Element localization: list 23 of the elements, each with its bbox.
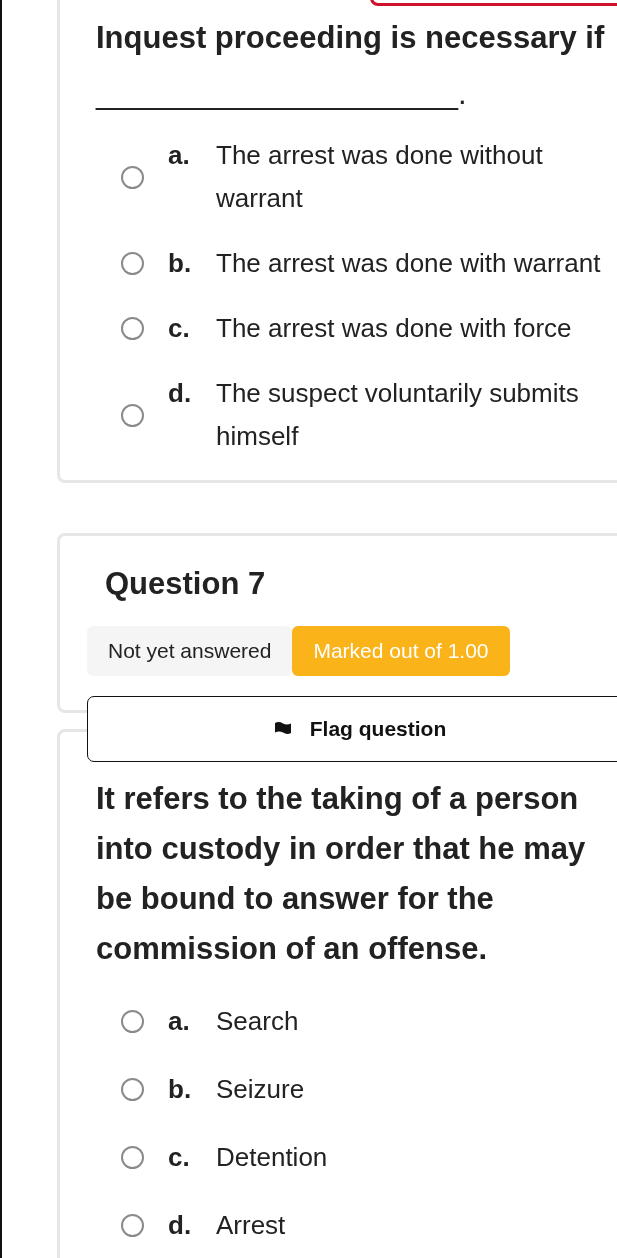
option-text: Detention	[216, 1141, 329, 1174]
option-text: The arrest was done with warrant	[216, 247, 602, 280]
option-text: The arrest was done without warrant	[216, 139, 544, 215]
option-text: Arrest	[216, 1209, 287, 1242]
option-text: The arrest was done with force	[216, 312, 573, 345]
marks-badge: Marked out of 1.00	[292, 626, 510, 676]
option-letter: b.	[168, 247, 193, 280]
option-text: Seizure	[216, 1073, 306, 1106]
option-letter: a.	[168, 1005, 191, 1038]
question-text: It refers to the taking of a person into custody in order that he may be bound to answer for the commission of an offense.	[96, 780, 587, 968]
option-letter: c.	[168, 1141, 191, 1174]
option-letter: c.	[168, 312, 191, 345]
option-letter: a.	[168, 139, 191, 172]
option-letter: b.	[168, 1073, 193, 1106]
status-badge: Not yet answered	[87, 626, 293, 676]
option-text: The suspect voluntarily submits himself	[216, 377, 580, 453]
option-letter: d.	[168, 377, 193, 410]
option-letter: d.	[168, 1209, 193, 1242]
question-title: Question 7	[105, 566, 267, 602]
question-text: Inquest proceeding is necessary if	[96, 19, 606, 57]
answer-blank: _____________________.	[96, 75, 468, 113]
flag-question-button[interactable]: Flag question	[87, 696, 617, 762]
option-text: Search	[216, 1005, 300, 1038]
